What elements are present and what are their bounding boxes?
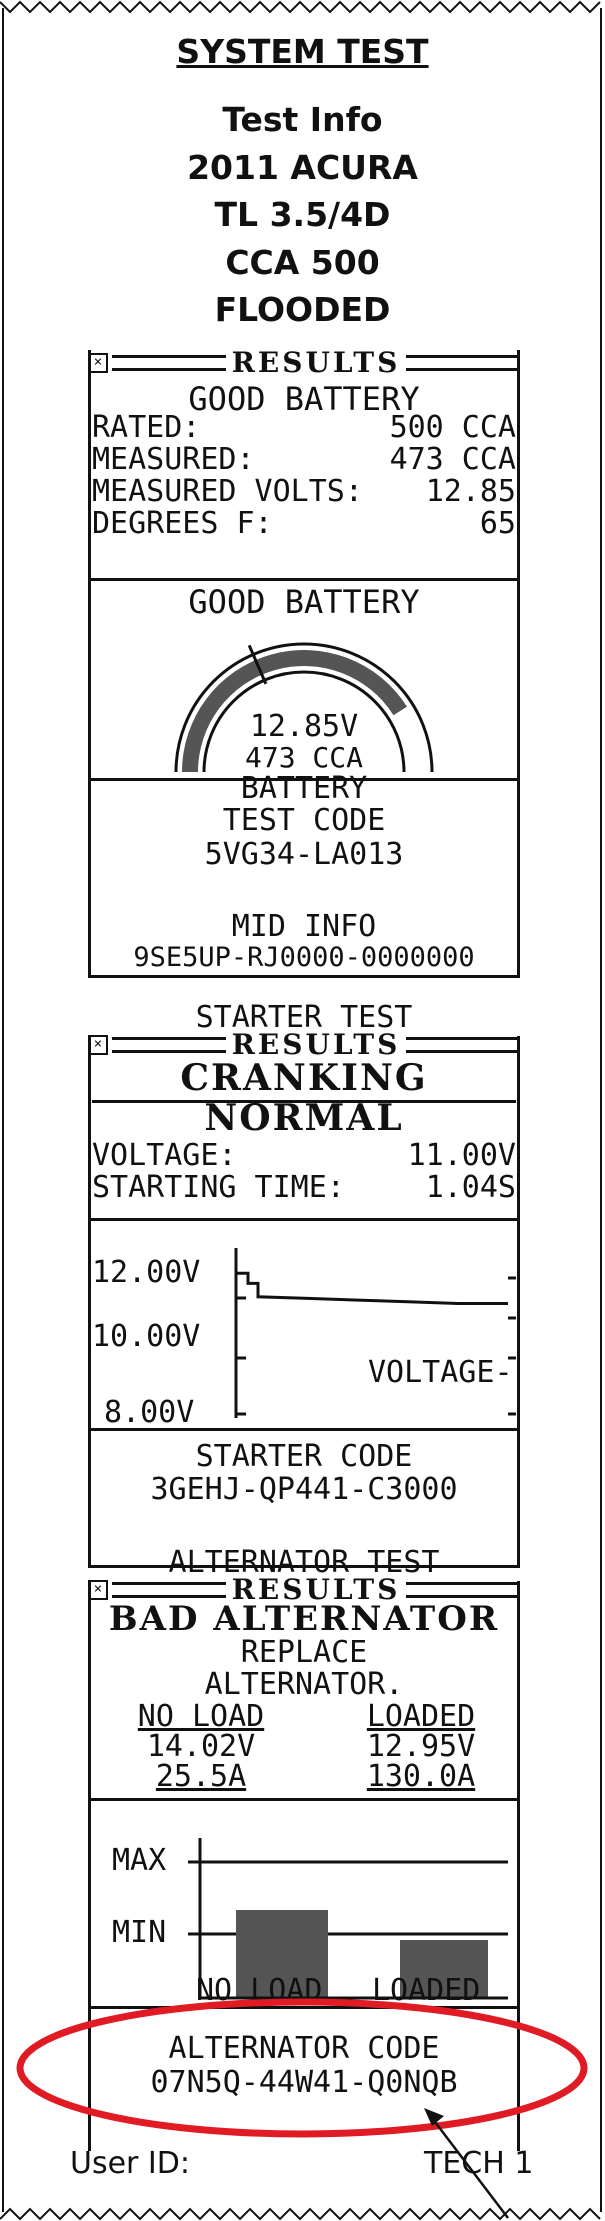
close-box-icon: × [88, 1035, 108, 1055]
battery-volts-label: MEASURED VOLTS: [92, 474, 363, 509]
mid-info-value: 9SE5UP-RJ0000-0000000 [133, 942, 475, 973]
receipt-left-edge [2, 8, 4, 2212]
receipt-top-edge [0, 0, 601, 14]
battery-test-code: 5VG34-LA013 [204, 837, 404, 872]
starter-time-value: 1.04S [425, 1170, 516, 1205]
starter-time-row: STARTING TIME: 1.04S [92, 1172, 516, 1204]
battery-cca-rating: CCA 500 [225, 243, 380, 282]
starter-series-label: VOLTAGE- [368, 1355, 513, 1390]
battery-measured-row: MEASURED: 473 CCA [92, 444, 516, 476]
starter-voltage-value: 11.00V [407, 1138, 516, 1173]
close-box-icon: × [88, 353, 108, 373]
gauge-volts: 12.85V [249, 709, 359, 744]
vehicle-year-make: 2011 ACURA [187, 148, 418, 187]
no-load-amps: 25.5A [155, 1759, 247, 1794]
user-id-label: User ID: [70, 2146, 190, 2181]
battery-volts-row: MEASURED VOLTS: 12.85 [92, 476, 516, 508]
close-box-icon: × [88, 1580, 108, 1600]
battery-code-label-1: BATTERY [240, 771, 368, 806]
alternator-advice-1: REPLACE [240, 1635, 368, 1670]
col-loaded-header: LOADED [366, 1699, 476, 1734]
loaded-volts: 12.95V [366, 1729, 476, 1764]
mid-info-label: MID INFO [231, 909, 377, 944]
battery-measured-value: 473 CCA [389, 442, 516, 477]
starter-results-label: RESULTS [231, 1028, 401, 1061]
starter-code: 3GEHJ-QP441-C3000 [150, 1472, 458, 1507]
alternator-code-highlight-ellipse [16, 1998, 588, 2138]
alternator-status: BAD ALTERNATOR [108, 1599, 500, 1639]
battery-divider-1 [88, 578, 520, 581]
alternator-advice-2: ALTERNATOR. [204, 1667, 404, 1702]
starter-status: CRANKING NORMAL [180, 1057, 428, 1139]
starter-series-name: VOLTAGE [368, 1355, 495, 1390]
battery-results-title-bar: × RESULTS [88, 346, 520, 379]
battery-measured-label: MEASURED: [92, 442, 255, 477]
starter-time-label: STARTING TIME: [92, 1170, 345, 1205]
starter-divider-2 [88, 1428, 520, 1431]
no-load-volts: 14.02V [146, 1729, 256, 1764]
gauge-cca: 473 CCA [244, 741, 363, 774]
starter-voltage-row: VOLTAGE: 11.00V [92, 1140, 516, 1172]
col-no-load-header: NO LOAD [137, 1699, 265, 1734]
battery-code-label-2: TEST CODE [222, 803, 386, 838]
starter-voltage-line [236, 1271, 508, 1305]
starter-voltage-label: VOLTAGE: [92, 1138, 237, 1173]
page-title: SYSTEM TEST [176, 32, 429, 71]
battery-temp-row: DEGREES F: 65 [92, 508, 516, 540]
vehicle-model: TL 3.5/4D [214, 195, 391, 234]
battery-temp-label: DEGREES F: [92, 506, 273, 541]
gauge-title: GOOD BATTERY [188, 583, 420, 621]
battery-volts-value: 12.85 [425, 474, 516, 509]
starter-status-divider [92, 1100, 516, 1103]
starter-voltage-chart [234, 1248, 516, 1418]
highlight-overlay [16, 1998, 588, 2219]
receipt-right-edge [600, 8, 602, 2212]
battery-type: FLOODED [214, 290, 391, 329]
battery-rated-label: RATED: [92, 410, 201, 445]
user-id-value: TECH 1 [424, 2146, 534, 2181]
battery-results-label: RESULTS [231, 346, 401, 379]
starter-code-label: STARTER CODE [195, 1439, 413, 1474]
test-info-heading: Test Info [222, 100, 383, 139]
starter-results-title-bar: × RESULTS [88, 1028, 520, 1061]
battery-rated-value: 500 CCA [389, 410, 516, 445]
battery-temp-value: 65 [479, 506, 516, 541]
battery-rated-row: RATED: 500 CCA [92, 412, 516, 444]
loaded-amps: 130.0A [366, 1759, 476, 1794]
